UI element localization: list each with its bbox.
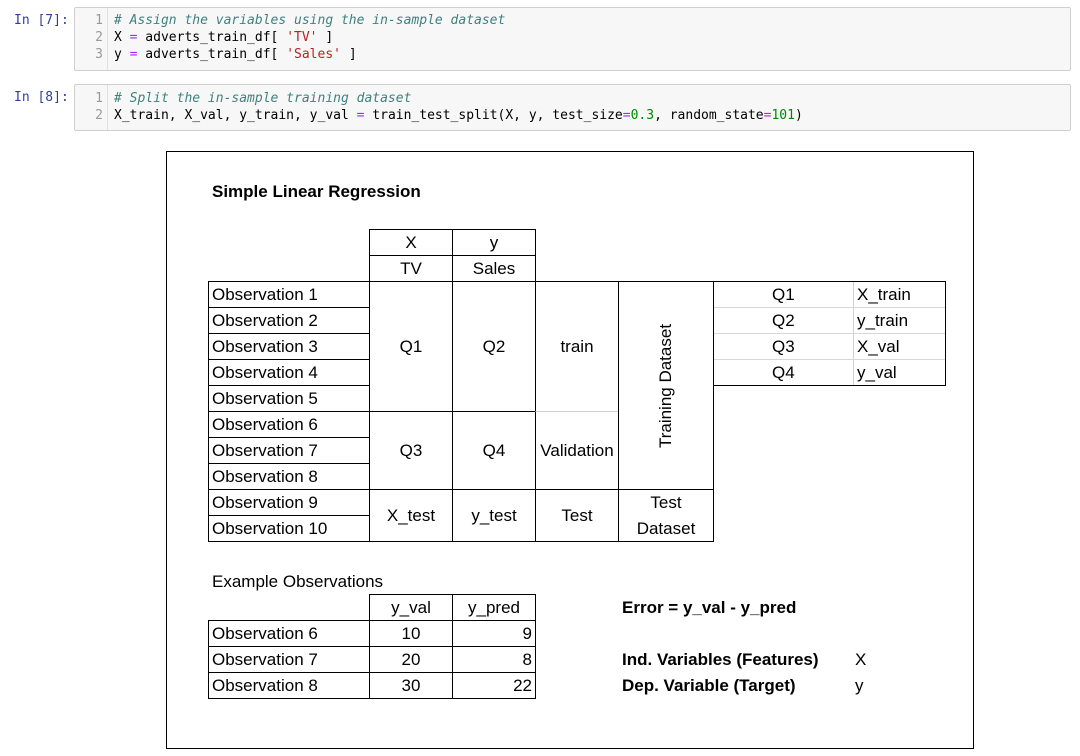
code-token: ] bbox=[341, 47, 357, 62]
code-token: # Assign the variables using the in-samp… bbox=[114, 13, 506, 28]
test-block: Test bbox=[535, 489, 619, 542]
mapping-var: y_val bbox=[857, 363, 897, 382]
code-token: # Split the in-sample training dataset bbox=[114, 91, 412, 106]
mapping-rowline bbox=[714, 359, 945, 360]
example-ypred: 9 bbox=[452, 620, 536, 647]
code-token: = bbox=[622, 108, 631, 123]
example-header-yval: y_val bbox=[369, 594, 453, 621]
example-obs: Observation 8 bbox=[208, 672, 370, 699]
header-y: y bbox=[452, 229, 536, 256]
mapping-q: Q4 bbox=[772, 363, 795, 382]
q1-block: Q1 bbox=[369, 281, 453, 412]
example-yval: 30 bbox=[369, 672, 453, 699]
example-obs: Observation 7 bbox=[208, 646, 370, 673]
code-line: 3y = adverts_train_df[ 'Sales' ] bbox=[95, 47, 357, 62]
mapping-q: Q3 bbox=[772, 337, 795, 356]
ind-variables-value: X bbox=[855, 650, 867, 669]
code-token: ) bbox=[794, 108, 803, 123]
code-line: 1 # Split the in-sample training dataset bbox=[95, 91, 412, 106]
code-token: adverts_train_df[ bbox=[137, 30, 287, 45]
example-ypred: 22 bbox=[452, 672, 536, 699]
header-sales: Sales bbox=[452, 255, 536, 282]
q2-block: Q2 bbox=[452, 281, 536, 412]
example-ypred: 8 bbox=[452, 646, 536, 673]
header-x: X bbox=[369, 229, 453, 256]
validation-block: Validation bbox=[535, 411, 619, 490]
y-test-block: y_test bbox=[452, 489, 536, 542]
example-title: Example Observations bbox=[212, 572, 384, 591]
example-obs: Observation 6 bbox=[208, 620, 370, 647]
test-dataset-label-2: Dataset bbox=[636, 518, 696, 538]
code-token: train_test_split(X, y, test_size bbox=[364, 108, 623, 123]
code-token: X bbox=[114, 30, 130, 45]
mapping-rowline bbox=[714, 307, 945, 308]
regression-diagram: Simple Linear Regression X y TV Sales Ob… bbox=[166, 151, 974, 749]
example-yval: 20 bbox=[369, 646, 453, 673]
code-token: 101 bbox=[771, 108, 795, 123]
mapping-q: Q2 bbox=[772, 311, 795, 330]
code-line: 2 X_train, X_val, y_train, y_val = train_… bbox=[95, 108, 803, 123]
ind-variables-label: Ind. Variables (Features) bbox=[622, 650, 819, 669]
q4-block: Q4 bbox=[452, 411, 536, 490]
observation-row: Observation 3 bbox=[208, 333, 370, 360]
training-dataset-label: Training Dataset bbox=[656, 323, 676, 448]
code-token: 0.3 bbox=[630, 108, 655, 123]
code-token: ] bbox=[317, 30, 334, 45]
code-line: 2X = adverts_train_df[ 'TV' ] bbox=[95, 30, 334, 45]
observation-row: Observation 5 bbox=[208, 385, 370, 412]
mapping-rowline bbox=[714, 333, 945, 334]
code-token: X_train, X_val, y_train, y_val bbox=[114, 108, 357, 123]
observation-row: Observation 10 bbox=[208, 515, 370, 542]
diagram-title: Simple Linear Regression bbox=[212, 182, 421, 201]
mapping-q: Q1 bbox=[772, 285, 795, 304]
observation-row: Observation 9 bbox=[208, 489, 370, 516]
example-yval: 10 bbox=[369, 620, 453, 647]
mapping-var: X_val bbox=[857, 337, 900, 356]
x-test-block: X_test bbox=[369, 489, 453, 542]
observation-row: Observation 8 bbox=[208, 463, 370, 490]
cell-prompt: In [8]: bbox=[14, 90, 69, 105]
observation-row: Observation 1 bbox=[208, 281, 370, 308]
observation-row: Observation 6 bbox=[208, 411, 370, 438]
train-block: train bbox=[535, 281, 619, 412]
code-token: 'Sales' bbox=[286, 47, 341, 62]
test-dataset-label-1: Test bbox=[650, 492, 682, 512]
training-dataset-block: Training Dataset bbox=[618, 281, 714, 490]
code-token: , random_state bbox=[654, 108, 764, 123]
observation-row: Observation 4 bbox=[208, 359, 370, 386]
dep-variable-label: Dep. Variable (Target) bbox=[622, 676, 796, 695]
header-tv: TV bbox=[369, 255, 453, 282]
cell-prompt: In [7]: bbox=[14, 13, 69, 28]
code-token: y bbox=[114, 47, 130, 62]
code-token: 'TV' bbox=[286, 30, 318, 45]
error-formula: Error = y_val - y_pred bbox=[622, 598, 797, 617]
dep-variable-value: y bbox=[855, 676, 864, 695]
observation-row: Observation 2 bbox=[208, 307, 370, 334]
code-editor[interactable]: 1 # Assign the variables using the in-sam… bbox=[74, 7, 1071, 71]
code-editor[interactable]: 1 # Split the in-sample training dataset … bbox=[74, 84, 1071, 131]
q3-block: Q3 bbox=[369, 411, 453, 490]
observation-row: Observation 7 bbox=[208, 437, 370, 464]
code-line: 1 # Assign the variables using the in-sam… bbox=[95, 13, 506, 28]
test-dataset-block: Test Dataset bbox=[618, 489, 714, 542]
mapping-var: y_train bbox=[857, 311, 909, 330]
mapping-var: X_train bbox=[857, 285, 911, 304]
code-token: adverts_train_df[ bbox=[137, 47, 287, 62]
mapping-table: Q1 X_train Q2 y_train Q3 X_val Q4 y_val bbox=[713, 281, 946, 386]
example-header-ypred: y_pred bbox=[452, 594, 536, 621]
